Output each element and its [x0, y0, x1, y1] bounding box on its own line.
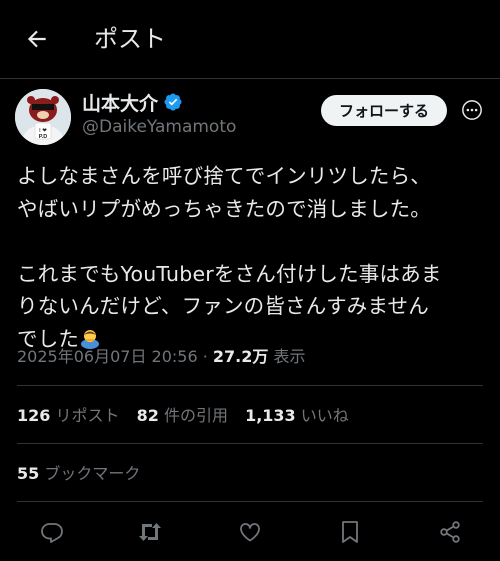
author-avatar[interactable]: I ❤ P.D — [15, 89, 71, 145]
quote-label[interactable]: 件の引用 — [164, 406, 228, 425]
bookmark-icon[interactable] — [336, 518, 364, 546]
quote-count[interactable]: 82 — [137, 406, 159, 425]
divider — [17, 501, 483, 502]
top-bar: ポスト — [0, 0, 500, 78]
like-label[interactable]: いいね — [301, 406, 349, 425]
author-name-row[interactable]: 山本大介 — [82, 92, 183, 116]
meta-separator: · — [197, 347, 213, 366]
header-divider — [0, 78, 500, 79]
svg-text:P.D: P.D — [39, 134, 47, 140]
post-line: よしなまさんを呼び捨てでインリツしたら、 — [17, 164, 431, 188]
reply-icon[interactable] — [38, 518, 66, 546]
engagement-stats: 126 リポスト 82 件の引用 1,133 いいね — [17, 405, 361, 427]
repost-count[interactable]: 126 — [17, 406, 50, 425]
verified-badge-icon — [163, 92, 183, 116]
post-line: やばいリプがめっちゃきたので消しました。 — [17, 196, 431, 221]
author-name[interactable]: 山本大介 — [82, 93, 158, 115]
post-line: りないんだけど、ファンの皆さんすみません — [17, 294, 429, 318]
view-count: 27.2万 — [212, 347, 269, 366]
divider — [17, 443, 483, 444]
post-timestamp[interactable]: 2025年06月07日 20:56 — [17, 347, 198, 366]
more-options-icon[interactable] — [459, 97, 485, 123]
post-line: これまでもYouTuberをさん付けした事はあま — [17, 261, 442, 286]
bookmark-label: ブックマーク — [44, 464, 141, 483]
post-meta: 2025年06月07日 20:56 · 27.2万 表示 — [17, 346, 306, 368]
repost-label[interactable]: リポスト — [56, 406, 120, 425]
post-text: よしなまさんを呼び捨てでインリツしたら、 やばいリプがめっちゃきたので消しました… — [17, 160, 487, 355]
author-handle[interactable]: @DaikeYamamoto — [82, 117, 236, 137]
follow-button[interactable]: フォローする — [321, 95, 447, 126]
views-label: 表示 — [273, 347, 306, 366]
repost-icon[interactable] — [136, 518, 164, 546]
divider — [17, 385, 483, 386]
bookmark-count: 55 — [17, 464, 40, 483]
bookmark-stats[interactable]: 55 ブックマーク — [17, 463, 140, 485]
heart-icon[interactable] — [236, 518, 264, 546]
share-icon[interactable] — [436, 518, 464, 546]
back-arrow-icon[interactable] — [20, 22, 54, 56]
bowing-person-emoji-icon — [79, 326, 101, 349]
page-title: ポスト — [94, 25, 166, 53]
like-count[interactable]: 1,133 — [245, 406, 296, 425]
